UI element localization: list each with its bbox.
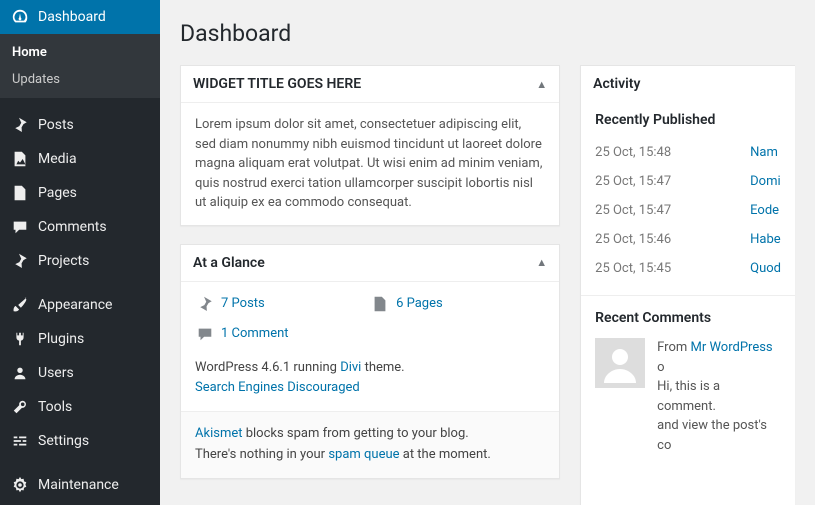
comments-link[interactable]: 1 Comment xyxy=(221,326,289,341)
activity-row: 25 Oct, 15:45Quod xyxy=(595,254,781,283)
sidebar-item-plugins[interactable]: Plugins xyxy=(0,322,160,356)
dashboard-icon xyxy=(10,7,30,27)
plug-icon xyxy=(10,329,30,349)
sidebar-item-comments[interactable]: Comments xyxy=(0,210,160,244)
sidebar-label: Users xyxy=(38,365,74,381)
collapse-icon[interactable]: ▲ xyxy=(536,78,547,91)
sidebar-item-dashboard[interactable]: Dashboard xyxy=(0,0,160,34)
activity-link[interactable]: Domi xyxy=(750,174,781,189)
activity-link[interactable]: Eode xyxy=(750,203,779,218)
theme-link[interactable]: Divi xyxy=(340,360,361,375)
comment-item: From Mr WordPress o Hi, this is a commen… xyxy=(595,338,781,455)
activity-row: 25 Oct, 15:46Habe xyxy=(595,225,781,254)
sidebar-label: Settings xyxy=(38,433,89,449)
pin-icon xyxy=(10,115,30,135)
activity-row: 25 Oct, 15:47Eode xyxy=(595,196,781,225)
comment-icon xyxy=(10,217,30,237)
glance-footer: Akismet blocks spam from getting to your… xyxy=(181,411,559,478)
activity-link[interactable]: Quod xyxy=(750,261,781,276)
widget-title: At a Glance xyxy=(193,255,265,271)
sidebar-sub-updates[interactable]: Updates xyxy=(0,66,160,93)
sidebar-label: Posts xyxy=(38,117,74,133)
comment-author-link[interactable]: Mr WordPress xyxy=(690,340,772,355)
activity-row: 25 Oct, 15:48Nam xyxy=(595,138,781,167)
sidebar-submenu: Home Updates xyxy=(0,34,160,98)
page-icon xyxy=(370,294,390,314)
recently-published-heading: Recently Published xyxy=(595,112,781,128)
akismet-link[interactable]: Akismet xyxy=(195,426,243,441)
spam-queue-link[interactable]: spam queue xyxy=(328,447,399,462)
wrench-icon xyxy=(10,397,30,417)
activity-date: 25 Oct, 15:46 xyxy=(595,232,750,247)
sidebar-item-settings[interactable]: Settings xyxy=(0,424,160,458)
user-icon xyxy=(10,363,30,383)
main-content: Dashboard WIDGET TITLE GOES HERE ▲ Lorem… xyxy=(160,0,815,505)
sidebar-item-tools[interactable]: Tools xyxy=(0,390,160,424)
avatar xyxy=(595,338,645,388)
activity-date: 25 Oct, 15:48 xyxy=(595,145,750,160)
sliders-icon xyxy=(10,431,30,451)
activity-date: 25 Oct, 15:47 xyxy=(595,203,750,218)
widget-header[interactable]: Activity xyxy=(581,66,795,102)
widget-header[interactable]: At a Glance ▲ xyxy=(181,245,559,282)
sidebar-item-media[interactable]: Media xyxy=(0,142,160,176)
activity-link[interactable]: Nam xyxy=(750,145,778,160)
sidebar-item-appearance[interactable]: Appearance xyxy=(0,288,160,322)
sidebar-sub-home[interactable]: Home xyxy=(0,39,160,66)
sidebar-label: Comments xyxy=(38,219,107,235)
comment-meta: From Mr WordPress o Hi, this is a commen… xyxy=(657,338,781,455)
pin-icon xyxy=(195,294,215,314)
glance-pages: 6 Pages xyxy=(370,294,545,314)
custom-widget: WIDGET TITLE GOES HERE ▲ Lorem ipsum dol… xyxy=(180,65,560,226)
sidebar-label: Tools xyxy=(38,399,72,415)
recent-comments-heading: Recent Comments xyxy=(595,310,781,326)
admin-sidebar: Dashboard Home Updates Posts Media Pages… xyxy=(0,0,160,505)
glance-widget: At a Glance ▲ 7 Posts 1 Comment xyxy=(180,244,560,479)
seo-link[interactable]: Search Engines Discouraged xyxy=(195,380,360,395)
sidebar-label: Media xyxy=(38,151,77,167)
widget-header[interactable]: WIDGET TITLE GOES HERE ▲ xyxy=(181,66,559,103)
pages-link[interactable]: 6 Pages xyxy=(396,296,443,311)
page-title: Dashboard xyxy=(180,20,795,47)
gear-icon xyxy=(10,475,30,495)
glance-meta: WordPress 4.6.1 running Divi theme. Sear… xyxy=(181,358,559,412)
glance-comments: 1 Comment xyxy=(195,324,370,344)
glance-posts: 7 Posts xyxy=(195,294,370,314)
sidebar-label: Dashboard xyxy=(38,9,106,25)
sidebar-item-users[interactable]: Users xyxy=(0,356,160,390)
activity-date: 25 Oct, 15:45 xyxy=(595,261,750,276)
sidebar-item-maintenance[interactable]: Maintenance xyxy=(0,468,160,502)
sidebar-item-projects[interactable]: Projects xyxy=(0,244,160,278)
activity-list: 25 Oct, 15:48Nam 25 Oct, 15:47Domi 25 Oc… xyxy=(595,138,781,283)
sidebar-label: Plugins xyxy=(38,331,84,347)
posts-link[interactable]: 7 Posts xyxy=(221,296,265,311)
activity-widget: Activity Recently Published 25 Oct, 15:4… xyxy=(580,65,795,505)
widget-body: Lorem ipsum dolor sit amet, consectetuer… xyxy=(181,103,559,225)
media-icon xyxy=(10,149,30,169)
sidebar-item-posts[interactable]: Posts xyxy=(0,108,160,142)
activity-date: 25 Oct, 15:47 xyxy=(595,174,750,189)
sidebar-label: Maintenance xyxy=(38,477,119,493)
sidebar-label: Projects xyxy=(38,253,89,269)
activity-link[interactable]: Habe xyxy=(750,232,781,247)
sidebar-item-pages[interactable]: Pages xyxy=(0,176,160,210)
page-icon xyxy=(10,183,30,203)
collapse-icon[interactable]: ▲ xyxy=(536,256,547,269)
sidebar-label: Appearance xyxy=(38,297,112,313)
pin-icon xyxy=(10,251,30,271)
sidebar-label: Pages xyxy=(38,185,77,201)
widget-title: Activity xyxy=(593,76,640,92)
widget-title: WIDGET TITLE GOES HERE xyxy=(193,76,361,92)
comment-icon xyxy=(195,324,215,344)
activity-row: 25 Oct, 15:47Domi xyxy=(595,167,781,196)
brush-icon xyxy=(10,295,30,315)
